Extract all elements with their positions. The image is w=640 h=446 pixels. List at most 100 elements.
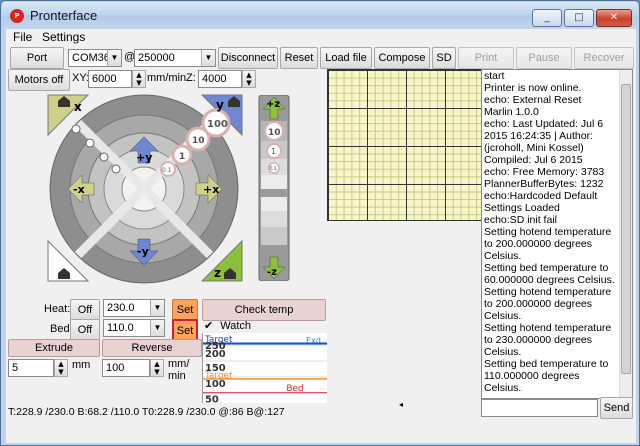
home-x-label: x — [74, 100, 82, 114]
hotend-label: Exd — [306, 336, 321, 345]
xy-jog-control[interactable]: x y z +y -y -x +x 100 10 1 0.1 — [46, 93, 246, 285]
watch-checkbox[interactable]: ✔ Watch — [204, 319, 251, 332]
z-jog-control[interactable]: +z -z 10 1 0.1 — [257, 95, 291, 281]
minimize-button[interactable]: _ — [532, 9, 562, 27]
window-title: Pronterface — [30, 8, 98, 23]
close-button[interactable]: ✕ — [596, 9, 632, 27]
reverse-button[interactable]: Reverse — [102, 339, 202, 357]
bed-off-button[interactable]: Off — [70, 319, 100, 341]
heat-off-button[interactable]: Off — [70, 299, 100, 321]
log-lines: start Printer is now online. echo: Externa… — [482, 70, 632, 394]
log-line: Celsius. — [484, 310, 522, 322]
xy-feed-input[interactable]: 6000 — [88, 70, 132, 88]
log-line: to 200.000000 degrees — [484, 298, 593, 310]
sd-button[interactable]: SD — [432, 47, 456, 69]
log-line: echo:Hardcoded Default — [484, 190, 598, 202]
log-line: to 200.000000 degrees — [484, 238, 593, 250]
log-line: 2015 16:24:35 | Author: — [484, 130, 593, 142]
log-line: Setting hotend temperature — [484, 322, 612, 334]
bed-set-button[interactable]: Set — [172, 319, 198, 341]
status-bar: T:228.9 /230.0 B:68.2 /110.0 T0:228.9 /2… — [8, 406, 285, 418]
log-line: echo: Free Memory: 3783 — [484, 166, 605, 178]
z-step-1-label: 1 — [271, 147, 276, 156]
console-log[interactable]: start Printer is now online. echo: Externa… — [481, 69, 633, 399]
log-line: 110.000000 degrees Celsius. — [484, 370, 580, 394]
title-bar: P Pronterface _ □ ✕ — [2, 2, 638, 29]
z-step-01-label: 0.1 — [269, 166, 277, 172]
home-z-label: z — [214, 266, 221, 280]
bed-temp-select[interactable]: 110.0 ▼ — [103, 319, 165, 337]
minus-z-label: -z — [267, 267, 277, 278]
xy-unit-label: mm/min — [147, 72, 187, 84]
motors-off-button[interactable]: Motors off — [8, 69, 70, 91]
scroll-thumb[interactable] — [621, 84, 631, 374]
menu-settings[interactable]: Settings — [42, 30, 85, 44]
log-line: (jcroholl, Mini Kossel) — [484, 142, 584, 154]
recover-button[interactable]: Recover — [574, 47, 634, 69]
log-line: Celsius. — [484, 346, 522, 358]
load-file-button[interactable]: Load file — [320, 47, 372, 69]
pause-button[interactable]: Pause — [516, 47, 572, 69]
log-line: Printer is now online. — [484, 82, 582, 94]
extrude-length-spinner[interactable]: ▲ ▼ — [54, 359, 68, 377]
log-line: Setting bed temperature to — [484, 358, 609, 370]
port-button[interactable]: Port — [10, 47, 64, 69]
log-line: Settings Loaded — [484, 202, 560, 214]
bed-value: 110.0 — [107, 322, 134, 334]
tick-50: 50 — [205, 395, 219, 403]
menu-file[interactable]: File — [13, 30, 32, 44]
z-step-10-label: 10 — [268, 128, 281, 138]
z-feed-spinner[interactable]: ▲ ▼ — [242, 70, 256, 88]
log-line: Setting bed temperature to — [484, 262, 609, 274]
log-line: Compiled: Jul 6 2015 — [484, 154, 583, 166]
step-1-label: 1 — [179, 152, 185, 162]
maximize-button[interactable]: □ — [564, 9, 594, 27]
build-plate-view[interactable] — [327, 69, 484, 221]
main-panel: Port COM36 ▼ @ 250000 ▼ Disconnect Reset L… — [6, 45, 636, 443]
disconnect-button[interactable]: Disconnect — [218, 47, 278, 69]
log-line: 60.000000 degrees Celsius. — [484, 274, 615, 286]
log-line: to 230.000000 degrees — [484, 334, 593, 346]
step-01-label: 0.1 — [162, 167, 172, 174]
check-temp-button[interactable]: Check temp — [202, 299, 326, 321]
print-button[interactable]: Print — [458, 47, 514, 69]
baud-select[interactable]: 250000 ▼ — [134, 49, 216, 67]
extrude-length-unit: mm — [72, 359, 91, 371]
home-y-label: y — [216, 98, 224, 112]
checkmark-icon: ✔ — [204, 320, 214, 332]
extrude-speed-spinner[interactable]: ▲ ▼ — [150, 359, 164, 377]
heat-value: 230.0 — [107, 302, 135, 314]
heat-label: Heat: — [44, 303, 71, 315]
extrude-speed-input[interactable]: 100 — [102, 359, 150, 377]
chevron-down-icon: ▼ — [150, 320, 164, 336]
tick-150: 150 — [205, 363, 226, 374]
step-10-label: 10 — [192, 136, 205, 146]
log-scrollbar[interactable] — [619, 70, 632, 398]
heat-set-button[interactable]: Set — [172, 299, 198, 321]
extrude-speed-unit-bottom: min — [168, 370, 186, 382]
xy-feed-spinner[interactable]: ▲ ▼ — [132, 70, 146, 88]
extrude-button[interactable]: Extrude — [8, 339, 100, 357]
temperature-graph: Target Exd Target Bed 250 200 150 100 50 — [202, 333, 327, 403]
tick-200: 200 — [205, 349, 226, 360]
extrude-length-input[interactable]: 5 — [8, 359, 54, 377]
log-line: start — [484, 70, 505, 82]
compose-button[interactable]: Compose — [374, 47, 430, 69]
plus-y-label: +y — [136, 151, 152, 164]
z-feed-input[interactable]: 4000 — [198, 70, 242, 88]
plus-x-label: +x — [203, 183, 219, 196]
plus-z-label: +z — [266, 99, 280, 110]
watch-label: Watch — [220, 320, 252, 332]
reset-button[interactable]: Reset — [280, 47, 318, 69]
log-line: Marlin 1.0.0 — [484, 106, 539, 118]
minus-y-label: -y — [137, 245, 149, 258]
chevron-down-icon: ▼ — [150, 300, 164, 316]
port-select[interactable]: COM36 ▼ — [68, 49, 122, 67]
chevron-down-icon: ▼ — [107, 50, 121, 66]
heat-temp-select[interactable]: 230.0 ▼ — [103, 299, 165, 317]
xy-feed-label: XY: — [72, 72, 90, 84]
extrude-speed-unit-top: mm/ — [168, 358, 190, 370]
bed-label-graph: Bed — [286, 384, 303, 394]
log-line: echo:SD init fail — [484, 214, 557, 226]
minus-x-label: -x — [73, 183, 85, 196]
